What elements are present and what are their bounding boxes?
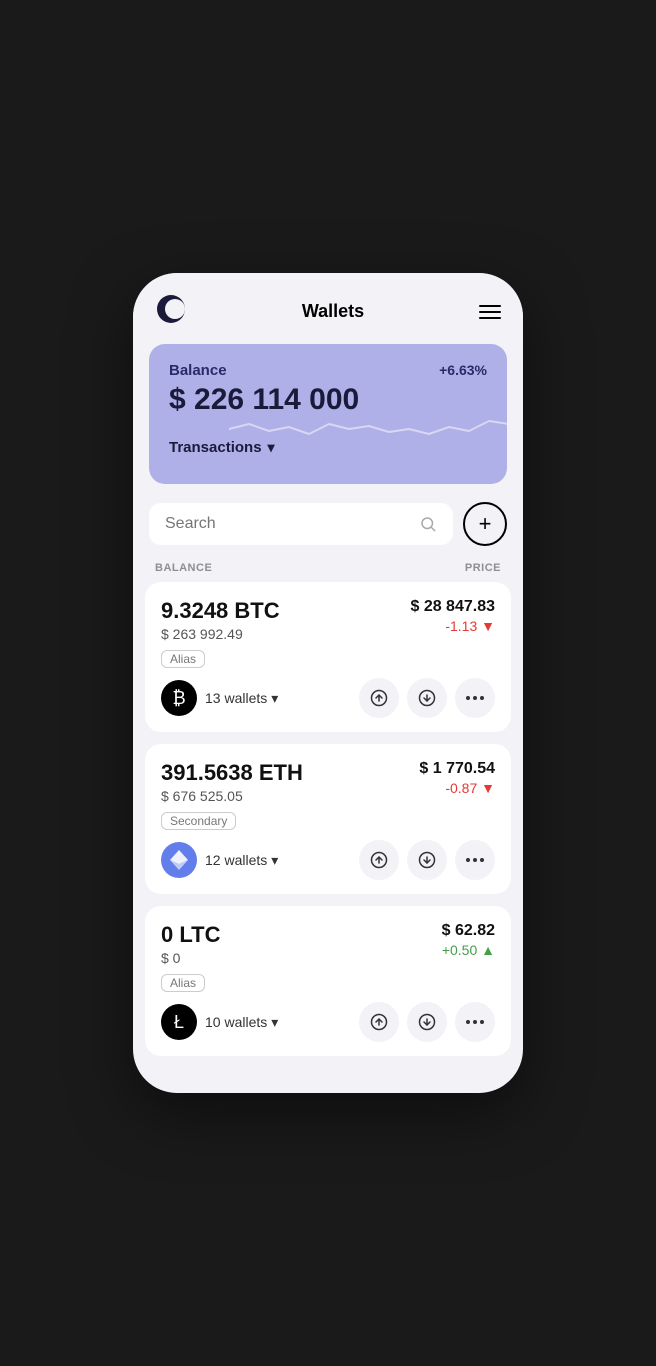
app-logo <box>155 293 187 330</box>
price-col-header: PRICE <box>465 562 501 574</box>
btc-alias: Alias <box>161 650 205 668</box>
btc-more-button[interactable] <box>455 678 495 718</box>
ltc-more-button[interactable] <box>455 1002 495 1042</box>
eth-usd: $ 676 525.05 <box>161 788 303 804</box>
balance-percent: +6.63% <box>439 362 487 378</box>
ltc-wallets[interactable]: 10 wallets ▾ <box>205 1014 278 1031</box>
btc-send-button[interactable] <box>359 678 399 718</box>
app-header: Wallets <box>133 273 523 344</box>
eth-change: -0.87 ▼ <box>419 780 495 796</box>
ltc-logo: Ł <box>161 1004 197 1040</box>
ltc-send-button[interactable] <box>359 1002 399 1042</box>
eth-alias: Secondary <box>161 812 236 830</box>
btc-receive-button[interactable] <box>407 678 447 718</box>
eth-amount: 391.5638 ETH <box>161 760 303 786</box>
page-title: Wallets <box>302 301 364 322</box>
chevron-down-icon: ▾ <box>271 690 278 707</box>
ltc-receive-button[interactable] <box>407 1002 447 1042</box>
ltc-alias: Alias <box>161 974 205 992</box>
add-wallet-button[interactable]: + <box>463 502 507 546</box>
eth-more-button[interactable] <box>455 840 495 880</box>
btc-change: -1.13 ▼ <box>410 618 495 634</box>
coin-card-eth: 391.5638 ETH $ 676 525.05 Secondary $ 1 … <box>145 744 511 894</box>
transactions-button[interactable]: Transactions ▾ <box>169 439 487 456</box>
search-input[interactable] <box>165 515 409 533</box>
btc-logo: ₿ <box>161 680 197 716</box>
btc-amount: 9.3248 BTC <box>161 598 280 624</box>
chevron-down-icon: ▾ <box>271 852 278 869</box>
ltc-change: +0.50 ▲ <box>442 942 495 958</box>
search-row: + <box>149 502 507 546</box>
btc-price: $ 28 847.83 <box>410 598 495 616</box>
eth-price: $ 1 770.54 <box>419 760 495 778</box>
chevron-down-icon: ▾ <box>268 439 275 456</box>
coin-card-btc: 9.3248 BTC $ 263 992.49 Alias $ 28 847.8… <box>145 582 511 732</box>
search-box <box>149 503 453 545</box>
column-headers: BALANCE PRICE <box>133 556 523 582</box>
btc-wallets[interactable]: 13 wallets ▾ <box>205 690 278 707</box>
ltc-usd: $ 0 <box>161 950 220 966</box>
eth-receive-button[interactable] <box>407 840 447 880</box>
ltc-amount: 0 LTC <box>161 922 220 948</box>
balance-col-header: BALANCE <box>155 562 212 574</box>
coin-card-ltc: 0 LTC $ 0 Alias $ 62.82 +0.50 ▲ Ł 10 wal… <box>145 906 511 1056</box>
balance-card: Balance +6.63% $ 226 114 000 Transaction… <box>149 344 507 484</box>
chevron-down-icon: ▾ <box>271 1014 278 1031</box>
coins-list: 9.3248 BTC $ 263 992.49 Alias $ 28 847.8… <box>133 582 523 1068</box>
btc-usd: $ 263 992.49 <box>161 626 280 642</box>
search-icon <box>419 515 437 533</box>
ltc-price: $ 62.82 <box>442 922 495 940</box>
menu-button[interactable] <box>479 305 501 319</box>
phone-shell: Wallets Balance +6.63% $ 226 114 000 Tra… <box>133 273 523 1093</box>
eth-wallets[interactable]: 12 wallets ▾ <box>205 852 278 869</box>
eth-send-button[interactable] <box>359 840 399 880</box>
eth-logo <box>161 842 197 878</box>
